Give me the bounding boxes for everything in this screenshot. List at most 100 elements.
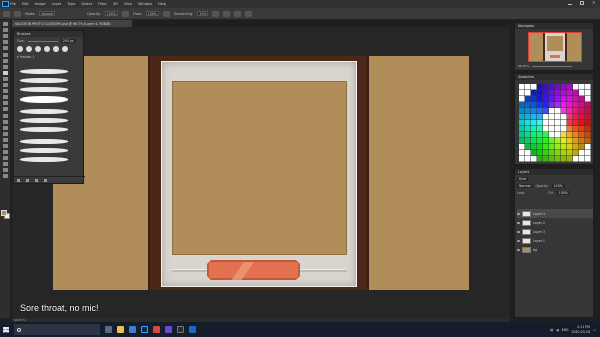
swatch-cell[interactable]	[519, 144, 525, 150]
task-view-icon[interactable]	[105, 326, 112, 333]
swatch-cell[interactable]	[579, 132, 585, 138]
swatch-cell[interactable]	[555, 90, 561, 96]
swatch-cell[interactable]	[561, 132, 567, 138]
swatch-cell[interactable]	[543, 126, 549, 132]
opacity-field[interactable]: 100%	[104, 11, 118, 16]
swatch-cell[interactable]	[525, 84, 531, 90]
swatch-cell[interactable]	[567, 96, 573, 102]
swatch-cell[interactable]	[519, 84, 525, 90]
swatch-cell[interactable]	[573, 108, 579, 114]
quick-mask-icon[interactable]	[2, 168, 8, 173]
brush-preset[interactable]	[20, 157, 68, 162]
swatch-cell[interactable]	[585, 138, 591, 144]
swatch-cell[interactable]	[525, 96, 531, 102]
gradient-tool-icon[interactable]	[2, 95, 8, 100]
swatch-cell[interactable]	[519, 108, 525, 114]
edit-toolbar-icon[interactable]	[2, 156, 8, 161]
swatch-cell[interactable]	[525, 138, 531, 144]
layer-visibility-eye-icon[interactable]	[517, 212, 520, 215]
discord-icon[interactable]	[165, 326, 172, 333]
brush-preset[interactable]	[20, 118, 68, 123]
swatch-cell[interactable]	[573, 156, 579, 162]
screen-mode-icon[interactable]	[2, 174, 8, 179]
swatch-cell[interactable]	[525, 102, 531, 108]
language-indicator[interactable]: ENG	[562, 328, 569, 332]
layer-visibility-eye-icon[interactable]	[517, 248, 520, 251]
zoom-tool-icon[interactable]	[2, 143, 8, 148]
color-wheel-swatches[interactable]	[519, 84, 591, 162]
new-brush-icon[interactable]	[35, 178, 38, 182]
swatch-cell[interactable]	[549, 84, 555, 90]
pressure-opacity-icon[interactable]	[122, 10, 129, 17]
swatch-cell[interactable]	[531, 144, 537, 150]
swatch-cell[interactable]	[537, 126, 543, 132]
swatch-cell[interactable]	[585, 132, 591, 138]
swatch-cell[interactable]	[555, 126, 561, 132]
swatch-cell[interactable]	[567, 156, 573, 162]
move-tool-icon[interactable]	[2, 22, 8, 27]
start-button[interactable]	[0, 322, 12, 337]
brush-tip[interactable]	[44, 46, 50, 52]
layer-opacity-field[interactable]: 100%	[551, 184, 565, 188]
smoothing-field[interactable]: 10%	[197, 11, 209, 16]
navigator-zoom-value[interactable]: 66.67%	[518, 64, 529, 68]
swatch-cell[interactable]	[573, 84, 579, 90]
brush-preset[interactable]	[20, 127, 68, 132]
swatch-cell[interactable]	[561, 108, 567, 114]
swatch-cell[interactable]	[555, 156, 561, 162]
swatch-cell[interactable]	[537, 96, 543, 102]
zoom-slider[interactable]	[532, 65, 573, 67]
menu-image[interactable]: Image	[35, 2, 46, 6]
tool-preset-icon[interactable]	[3, 10, 10, 17]
swatch-cell[interactable]	[549, 120, 555, 126]
swatch-cell[interactable]	[555, 96, 561, 102]
swatch-cell[interactable]	[585, 150, 591, 156]
pressure-size-icon[interactable]	[234, 10, 242, 17]
swatch-cell[interactable]	[573, 96, 579, 102]
swatch-cell[interactable]	[537, 150, 543, 156]
swatch-cell[interactable]	[519, 156, 525, 162]
layer-row[interactable]: Layer 4	[517, 209, 593, 218]
swatch-cell[interactable]	[561, 150, 567, 156]
swatch-cell[interactable]	[561, 138, 567, 144]
swatch-cell[interactable]	[549, 150, 555, 156]
swatch-cell[interactable]	[543, 114, 549, 120]
airbrush-icon[interactable]	[162, 10, 170, 17]
swatch-cell[interactable]	[543, 156, 549, 162]
swatch-cell[interactable]	[531, 120, 537, 126]
swatch-cell[interactable]	[549, 102, 555, 108]
toggle-preview-icon[interactable]	[17, 178, 20, 182]
brush-size-slider[interactable]	[27, 40, 58, 42]
edge-browser-icon[interactable]	[129, 326, 136, 333]
photoshop-logo-icon[interactable]	[0, 0, 10, 8]
swatch-cell[interactable]	[585, 156, 591, 162]
swatch-cell[interactable]	[519, 126, 525, 132]
layer-row[interactable]: Layer 3	[517, 227, 593, 236]
swatch-cell[interactable]	[537, 84, 543, 90]
document-tab[interactable]: VACATION PHOTO CLOSEUPS.psd @ 66.7% (Lay…	[12, 20, 132, 27]
swatch-cell[interactable]	[543, 150, 549, 156]
eraser-tool-icon[interactable]	[2, 89, 8, 94]
swatch-cell[interactable]	[555, 138, 561, 144]
swatch-cell[interactable]	[567, 120, 573, 126]
swatch-cell[interactable]	[561, 126, 567, 132]
swatch-cell[interactable]	[525, 120, 531, 126]
swatch-cell[interactable]	[561, 120, 567, 126]
menu-layer[interactable]: Layer	[52, 2, 62, 6]
crop-tool-icon[interactable]	[2, 46, 8, 51]
swatch-cell[interactable]	[555, 120, 561, 126]
new-folder-icon[interactable]	[26, 178, 29, 182]
layer-row[interactable]: Layer 1	[517, 236, 593, 245]
swatch-cell[interactable]	[579, 90, 585, 96]
swatch-cell[interactable]	[525, 126, 531, 132]
swatch-cell[interactable]	[537, 144, 543, 150]
menu-filter[interactable]: Filter	[98, 2, 107, 6]
swatch-cell[interactable]	[537, 90, 543, 96]
navigator-thumbnail[interactable]	[528, 32, 582, 62]
swatch-cell[interactable]	[531, 108, 537, 114]
swatch-cell[interactable]	[567, 126, 573, 132]
swatch-cell[interactable]	[585, 90, 591, 96]
swatch-cell[interactable]	[573, 120, 579, 126]
swatch-cell[interactable]	[549, 138, 555, 144]
taskbar-search[interactable]	[14, 324, 100, 335]
